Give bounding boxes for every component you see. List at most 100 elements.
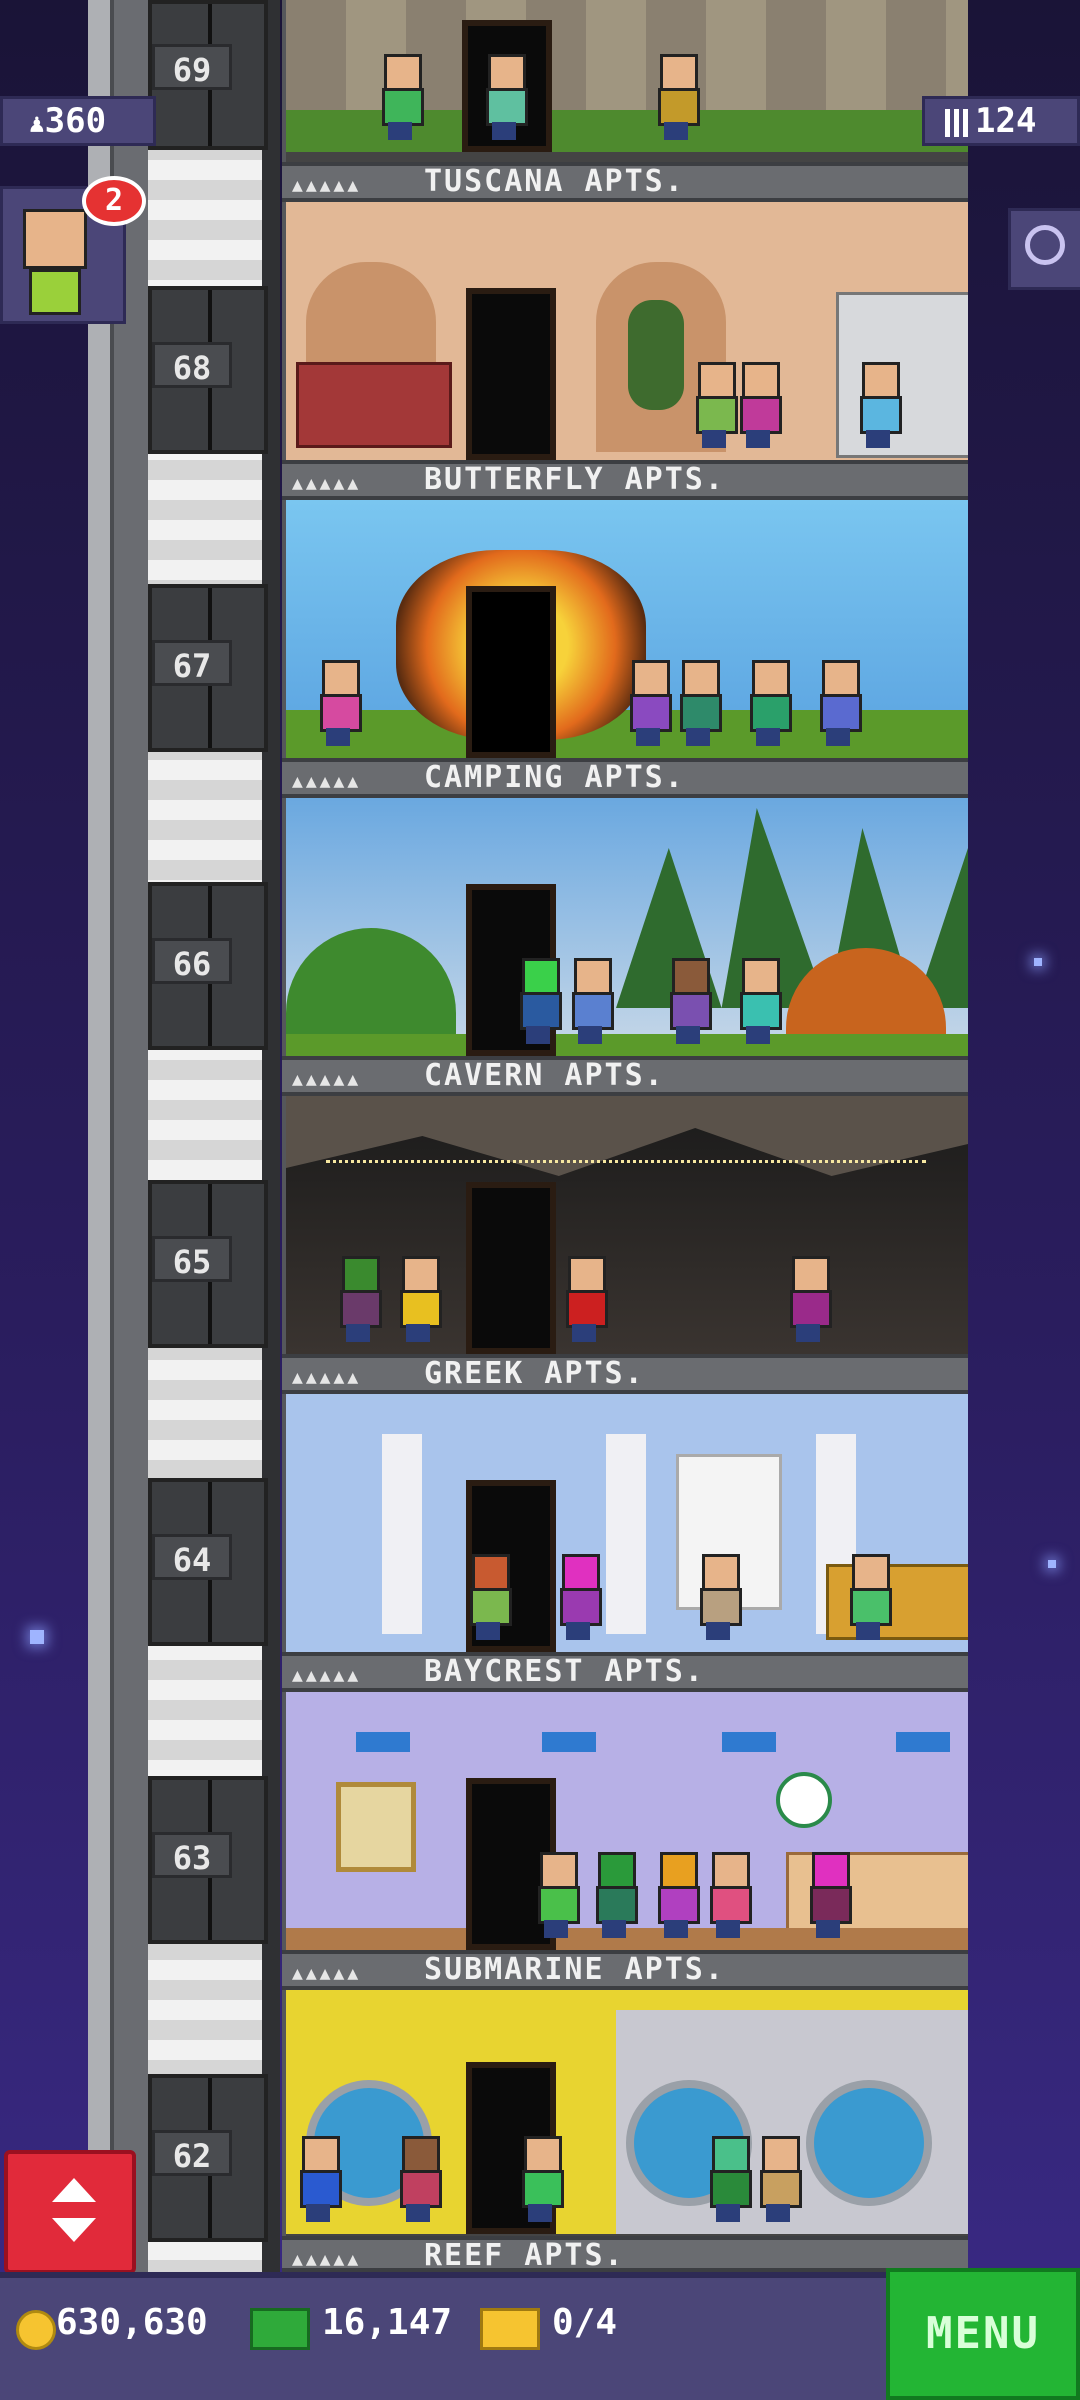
resident[interactable] — [378, 54, 424, 142]
ticket-icon — [480, 2308, 540, 2350]
marble-column — [382, 1434, 422, 1634]
resident[interactable] — [592, 1852, 638, 1940]
resident[interactable] — [534, 1852, 580, 1940]
resident-legs — [856, 1622, 880, 1640]
resident-body — [470, 1588, 512, 1626]
resident[interactable] — [396, 2136, 442, 2224]
resident[interactable] — [518, 2136, 564, 2224]
person-icon: ♟ — [29, 109, 45, 139]
resident-head — [540, 1852, 578, 1890]
resident[interactable] — [846, 1554, 892, 1642]
room-door[interactable] — [466, 586, 556, 758]
resident-body — [382, 88, 424, 126]
resident[interactable] — [466, 1554, 512, 1642]
resident[interactable] — [654, 54, 700, 142]
elevator-button[interactable] — [4, 2150, 136, 2274]
coin-icon — [16, 2310, 56, 2350]
shaft-rail — [88, 0, 114, 2280]
resident[interactable] — [696, 1554, 742, 1642]
resident[interactable] — [556, 1554, 602, 1642]
resident-body — [596, 1886, 638, 1924]
ceiling-lamp — [356, 1732, 410, 1752]
resident[interactable] — [736, 958, 782, 1046]
resident-head — [660, 1852, 698, 1890]
resident-body — [520, 992, 562, 1030]
resident-legs — [326, 728, 350, 746]
menu-button[interactable]: MENU — [886, 2268, 1080, 2400]
resident-head — [752, 660, 790, 698]
floor-star-rating: ▲▲▲▲▲ — [292, 2249, 362, 2270]
floor-star-rating: ▲▲▲▲▲ — [292, 473, 362, 494]
floor-65-room[interactable] — [286, 1096, 968, 1364]
floor-number: 65 — [152, 1236, 232, 1282]
resident[interactable] — [736, 362, 782, 450]
room-door[interactable] — [466, 288, 556, 460]
resident[interactable] — [706, 2136, 752, 2224]
floor-name-banner: ▲▲▲▲▲ BAYCREST APTS. — [282, 1652, 968, 1692]
units-counter[interactable]: 124 — [922, 96, 1080, 146]
floor-star-rating: ▲▲▲▲▲ — [292, 1367, 362, 1388]
resident[interactable] — [756, 2136, 802, 2224]
red-sofa — [296, 362, 452, 448]
room-door[interactable] — [466, 1182, 556, 1354]
units-value: 124 — [975, 101, 1037, 141]
resident[interactable] — [856, 362, 902, 450]
resident-head — [682, 660, 720, 698]
resident-head — [852, 1554, 890, 1592]
resident-body — [522, 2170, 564, 2208]
resident-body — [400, 2170, 442, 2208]
resident[interactable] — [316, 660, 362, 748]
resident-body — [760, 2170, 802, 2208]
floor-62-room[interactable] — [286, 1990, 968, 2244]
floor-64-room[interactable] — [286, 1394, 968, 1662]
resident[interactable] — [626, 660, 672, 748]
floor-63-room[interactable] — [286, 1692, 968, 1960]
floor-66-room[interactable] — [286, 798, 968, 1066]
floor-68-room[interactable] — [286, 202, 968, 470]
resident-body — [790, 1290, 832, 1328]
floor-69-room[interactable] — [286, 0, 968, 162]
floor-star-rating: ▲▲▲▲▲ — [292, 1963, 362, 1984]
resident-body — [670, 992, 712, 1030]
resident-body — [680, 694, 722, 732]
floor-name: BUTTERFLY APTS. — [424, 462, 725, 497]
resident-head — [712, 1852, 750, 1890]
floor-name-banner: ▲▲▲▲▲ BUTTERFLY APTS. — [282, 460, 968, 500]
resident-legs — [766, 2204, 790, 2222]
resident-head — [862, 362, 900, 400]
resident[interactable] — [816, 660, 862, 748]
resident[interactable] — [568, 958, 614, 1046]
floor-star-rating: ▲▲▲▲▲ — [292, 175, 362, 196]
resident-head — [792, 1256, 830, 1294]
resident[interactable] — [692, 362, 738, 450]
resident[interactable] — [516, 958, 562, 1046]
resident[interactable] — [786, 1256, 832, 1344]
floor-67-room[interactable] — [286, 500, 968, 768]
resident[interactable] — [336, 1256, 382, 1344]
floor-name-banner: ▲▲▲▲▲ SUBMARINE APTS. — [282, 1950, 968, 1990]
resident[interactable] — [706, 1852, 752, 1940]
resident[interactable] — [806, 1852, 852, 1940]
resident-body — [560, 1588, 602, 1626]
resident[interactable] — [296, 2136, 342, 2224]
wall-clock — [776, 1772, 832, 1828]
resident[interactable] — [654, 1852, 700, 1940]
resident[interactable] — [666, 958, 712, 1046]
resident[interactable] — [746, 660, 792, 748]
resident-legs — [686, 728, 710, 746]
resident[interactable] — [396, 1256, 442, 1344]
floor-number: 62 — [152, 2130, 232, 2176]
resident-body — [658, 88, 700, 126]
search-button[interactable] — [1008, 208, 1080, 290]
resident-legs — [716, 2204, 740, 2222]
coins-value: 630,630 — [56, 2302, 208, 2343]
resident[interactable] — [562, 1256, 608, 1344]
resident[interactable] — [676, 660, 722, 748]
resident-body — [740, 396, 782, 434]
floor-number: 64 — [152, 1534, 232, 1580]
population-counter[interactable]: ♟360 — [0, 96, 156, 146]
resident-legs — [756, 728, 780, 746]
resident[interactable] — [482, 54, 528, 142]
resident-body — [710, 2170, 752, 2208]
resident-body — [860, 396, 902, 434]
